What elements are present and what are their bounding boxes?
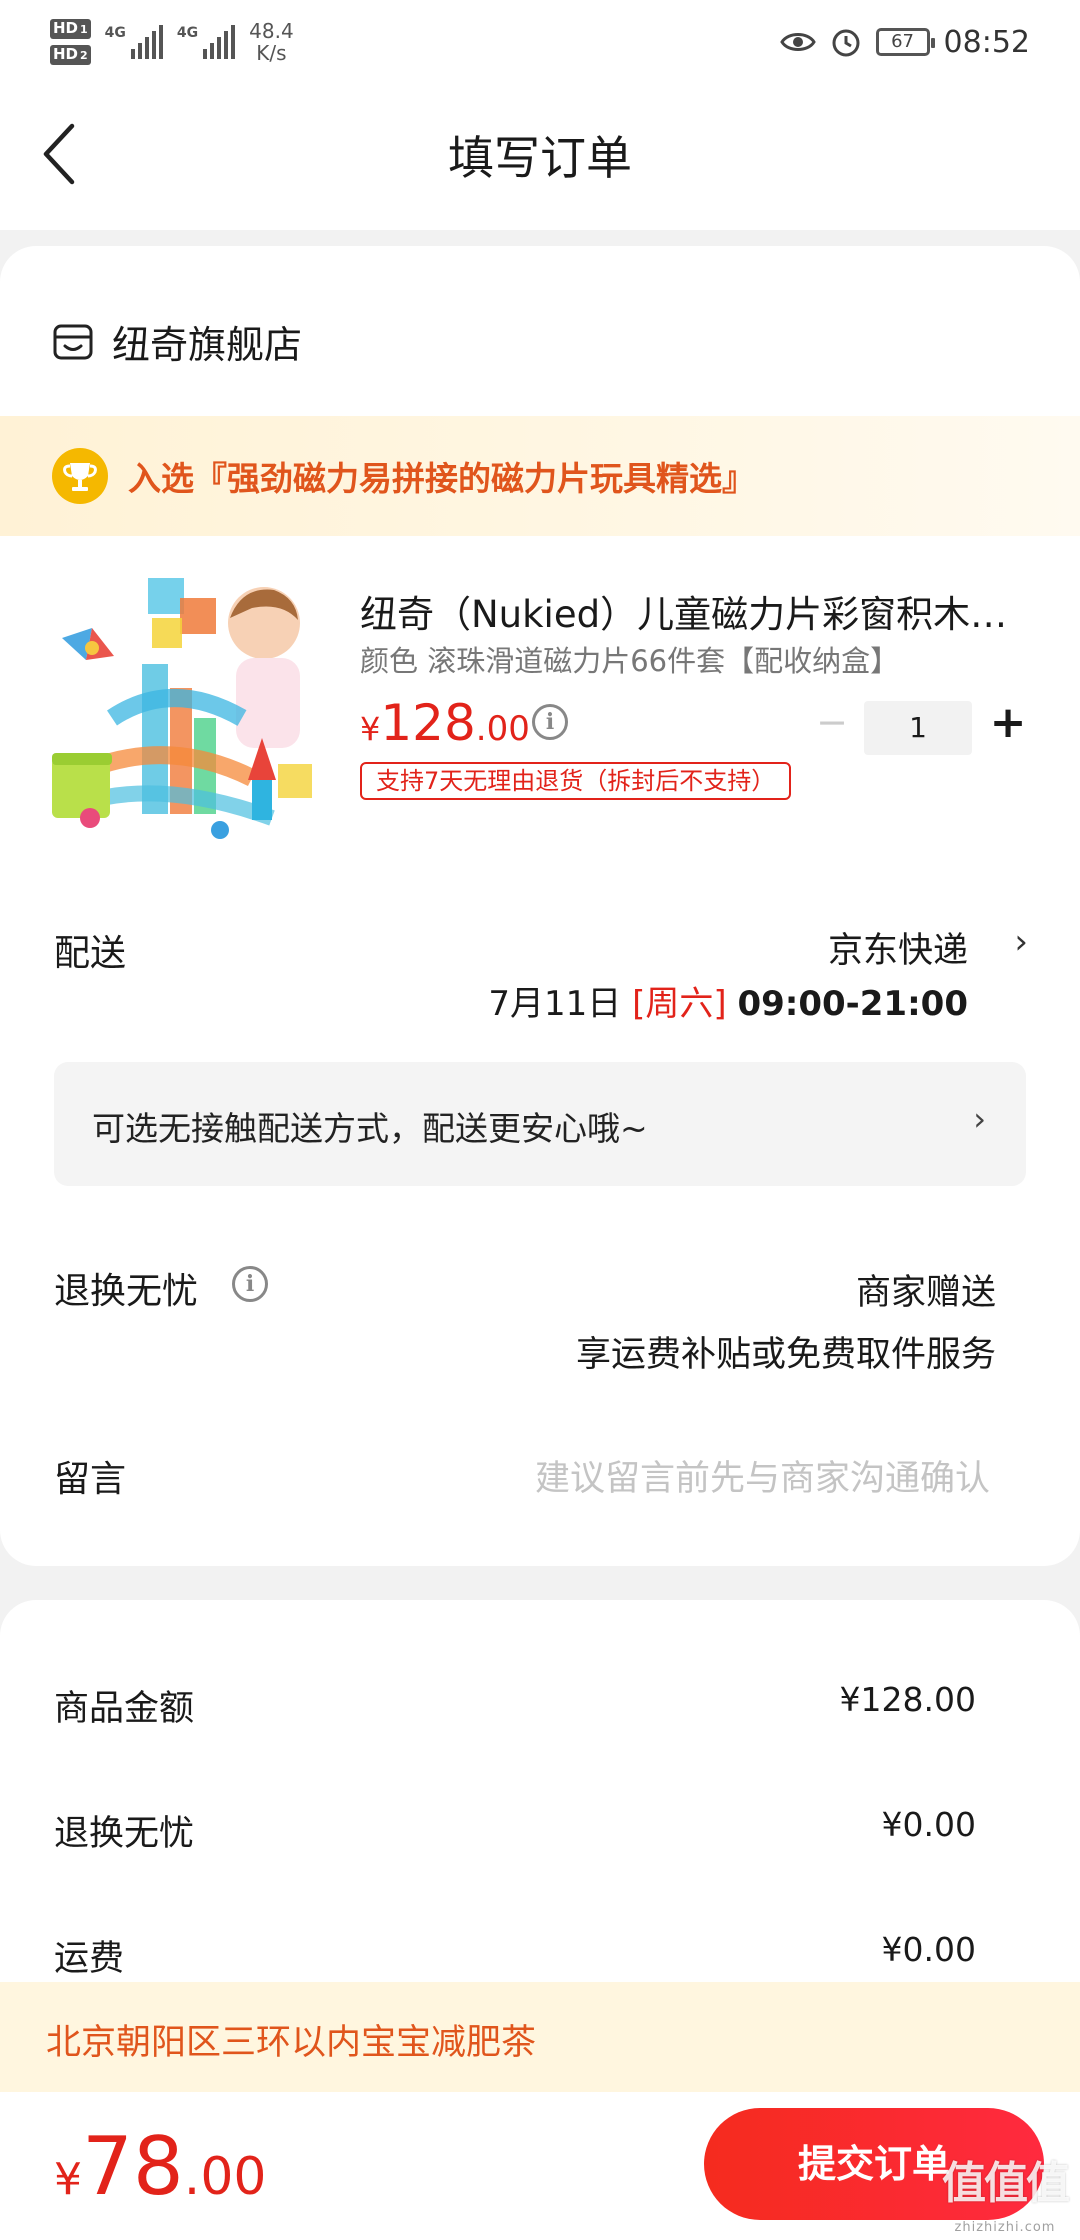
eye-comfort-icon: [779, 33, 816, 51]
store-row[interactable]: 纽奇旗舰店: [52, 314, 302, 369]
worry-free-info-icon[interactable]: i: [232, 1266, 268, 1302]
page-title: 填写订单: [448, 131, 632, 185]
delivery-date: 7月11日: [488, 984, 622, 1024]
product-spec[interactable]: 颜色 滚珠滑道磁力片66件套【配收纳盒】: [360, 638, 899, 680]
worry-free-label: 退换无忧: [54, 1271, 199, 1312]
contactless-text: 可选无接触配送方式，配送更安心哦~: [92, 1109, 648, 1148]
address-text: 北京朝阳区三环以内宝宝减肥茶: [46, 2023, 537, 2063]
status-bar: HD 1 HD 2 4G 4G 48.4 K/s 67 08:52: [0, 0, 1080, 80]
hd2-badge: HD 2: [50, 45, 91, 65]
status-left: HD 1 HD 2 4G 4G 48.4 K/s: [50, 12, 294, 72]
contactless-delivery-option[interactable]: 可选无接触配送方式，配送更安心哦~ ›: [54, 1062, 1026, 1186]
delivery-weekday: [周六]: [632, 984, 727, 1024]
hd1-badge: HD 1: [50, 19, 91, 39]
status-right: 67 08:52: [779, 14, 1030, 70]
worry-free-detail: 享运费补贴或免费取件服务: [575, 1335, 996, 1375]
worry-free-amount-label: 退换无忧: [54, 1814, 195, 1854]
battery-icon: 67: [875, 28, 935, 56]
goods-amount-row: 商品金额 ¥128.00: [54, 1680, 976, 1731]
shipping-fee-value: ¥0.00: [881, 1930, 976, 1969]
return-policy-tag: 支持7天无理由退货（拆封后不支持）: [360, 762, 792, 800]
quantity-input[interactable]: 1: [864, 701, 972, 755]
quantity-plus-button[interactable]: +: [986, 701, 1030, 746]
order-card: 纽奇旗舰店 入选『强劲磁力易拼接的磁力片玩具精选』 纽奇（Nukied）儿童磁力…: [0, 246, 1080, 1566]
chevron-right-icon: ›: [973, 1100, 986, 1138]
delivery-carrier[interactable]: 京东快递: [828, 922, 968, 973]
worry-free-amount-value: ¥0.00: [881, 1805, 976, 1844]
shipping-fee-label: 运费: [54, 1939, 125, 1979]
alarm-icon: [832, 29, 860, 57]
store-icon: [53, 324, 93, 359]
delivery-time-range: 09:00-21:00: [737, 984, 968, 1024]
network-speed: 48.4 K/s: [249, 19, 294, 65]
address-bar[interactable]: 北京朝阳区三环以内宝宝减肥茶: [0, 1982, 1080, 2092]
worry-free-value: 商家赠送: [855, 1273, 996, 1313]
delivery-time-slot[interactable]: 7月11日 [周六] 09:00-21:00: [488, 976, 968, 1025]
goods-amount-label: 商品金额: [54, 1689, 195, 1729]
store-name: 纽奇旗舰店: [112, 323, 303, 367]
product-price: ¥128.00: [360, 694, 530, 752]
worry-free-amount-row: 退换无忧 ¥0.00: [54, 1805, 976, 1856]
watermark: 值值值 zhizhizhi.com: [942, 2158, 1070, 2236]
hd-indicators: HD 1 HD 2: [50, 19, 91, 65]
goods-amount-value: ¥128.00: [839, 1680, 976, 1719]
signal-icon-1: 4G: [105, 25, 163, 59]
product-image[interactable]: [52, 568, 330, 846]
selection-banner[interactable]: 入选『强劲磁力易拼接的磁力片玩具精选』: [0, 416, 1080, 536]
price-info-icon[interactable]: i: [532, 704, 568, 740]
delivery-label: 配送: [54, 933, 127, 974]
banner-text: 入选『强劲磁力易拼接的磁力片玩具精选』: [128, 459, 755, 498]
trophy-icon: [52, 448, 108, 504]
quantity-minus-button[interactable]: −: [812, 703, 852, 744]
message-label: 留言: [54, 1459, 127, 1500]
message-input[interactable]: 建议留言前先与商家沟通确认: [535, 1450, 990, 1501]
shipping-fee-row: 运费 ¥0.00: [54, 1930, 976, 1981]
total-price: ¥78.00: [54, 2120, 267, 2213]
page-header: 填写订单: [0, 80, 1080, 230]
checkout-bar: ¥78.00 提交订单 值值值 zhizhizhi.com: [0, 2092, 1080, 2240]
signal-icon-2: 4G: [177, 25, 236, 59]
clock: 08:52: [943, 24, 1030, 60]
product-name[interactable]: 纽奇（Nukied）儿童磁力片彩窗积木…: [360, 584, 1020, 638]
chevron-right-icon[interactable]: ›: [1014, 922, 1028, 962]
